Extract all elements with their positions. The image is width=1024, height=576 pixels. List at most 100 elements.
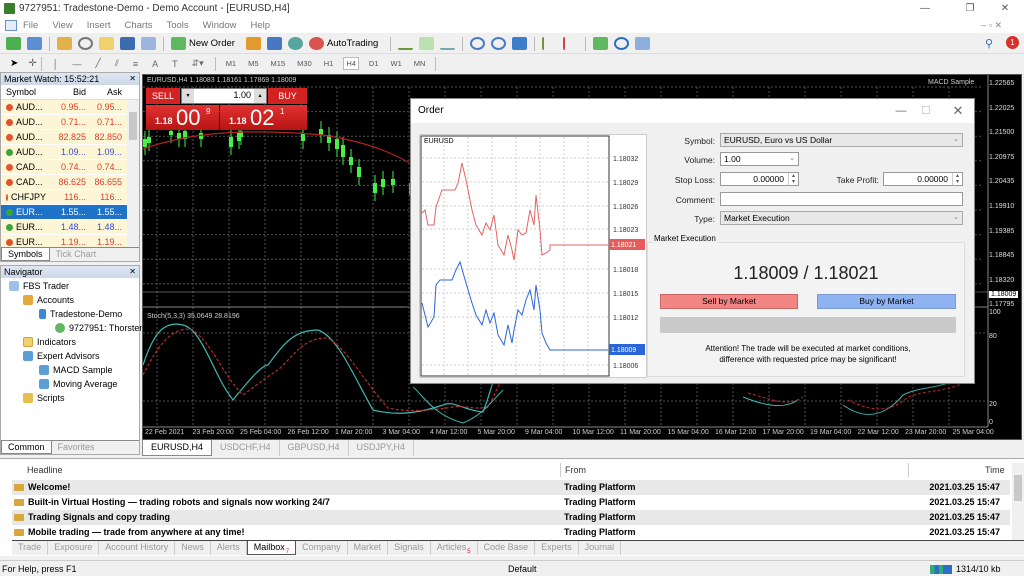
mdi-controls[interactable]: – ▫ ✕ <box>981 20 1002 31</box>
cursor-icon[interactable]: ➤ <box>10 58 18 69</box>
notification-badge[interactable]: 1 <box>1006 36 1019 49</box>
menu-file[interactable]: File <box>23 20 38 31</box>
tab-alerts[interactable]: Alerts <box>211 541 247 555</box>
terminal-icon[interactable] <box>120 37 135 50</box>
tab-mailbox[interactable]: Mailbox7 <box>246 541 297 555</box>
column-ask[interactable]: Ask <box>89 85 125 99</box>
terminal-scrollbar[interactable] <box>1012 463 1024 541</box>
zoom-out-icon[interactable] <box>491 37 507 50</box>
market-icon[interactable] <box>266 37 282 50</box>
timeframe-m5[interactable]: M5 <box>246 58 260 69</box>
profiles-icon[interactable] <box>27 37 42 50</box>
tab-exposure[interactable]: Exposure <box>48 541 100 555</box>
stepper-icon[interactable]: ▴ ▾ <box>788 173 798 185</box>
timeframe-w1[interactable]: W1 <box>389 58 404 69</box>
metaeditor-icon[interactable] <box>245 37 261 50</box>
mailbox-row[interactable]: Built-in Virtual Hosting — trading robot… <box>12 495 1010 510</box>
nav-item-moving-average[interactable]: Moving Average <box>39 379 117 389</box>
tab-code-base[interactable]: Code Base <box>478 541 536 555</box>
buy-by-market-button[interactable]: Buy by Market <box>817 294 956 309</box>
tab-company[interactable]: Company <box>296 541 348 555</box>
mailbox-row[interactable]: Trading Signals and copy trading Trading … <box>12 510 1010 525</box>
scroll-chart-icon[interactable] <box>542 37 557 50</box>
tab-account-history[interactable]: Account History <box>99 541 176 555</box>
tab-experts[interactable]: Experts <box>535 541 579 555</box>
text-label-icon[interactable]: T <box>172 59 178 69</box>
tile-windows-icon[interactable] <box>512 37 528 50</box>
tab-news[interactable]: News <box>175 541 211 555</box>
timeframe-d1[interactable]: D1 <box>367 58 381 69</box>
crosshair-icon[interactable]: ✛ <box>28 58 36 69</box>
tab-usdjpy[interactable]: USDJPY,H4 <box>349 440 414 456</box>
symbol-select[interactable]: EURUSD, Euro vs US Dollar ⌄ <box>720 133 963 147</box>
market-watch-row[interactable]: CAD... 0.74... 0.74... <box>1 160 139 175</box>
menu-charts[interactable]: Charts <box>125 20 153 31</box>
market-watch-row[interactable]: CAD... 86.625 86.655 <box>1 175 139 190</box>
nav-item-accounts[interactable]: Accounts <box>23 295 74 305</box>
autotrading-button[interactable]: AutoTrading <box>306 37 378 50</box>
tab-tick-chart[interactable]: Tick Chart <box>50 248 103 261</box>
nav-item-server[interactable]: Tradestone-Demo <box>39 309 122 319</box>
timeframe-m15[interactable]: M15 <box>269 58 288 69</box>
tab-articles[interactable]: Articles5 <box>431 541 478 555</box>
menu-view[interactable]: View <box>52 20 72 31</box>
mailbox-row[interactable]: Welcome! Trading Platform 2021.03.25 15:47 <box>12 480 1010 495</box>
timeframe-m1[interactable]: M1 <box>224 58 238 69</box>
close-button[interactable]: ✕ <box>990 0 1020 17</box>
navigator-icon[interactable] <box>99 37 114 50</box>
fibonacci-icon[interactable]: ≡ <box>133 59 138 69</box>
bar-chart-icon[interactable] <box>398 37 414 50</box>
nav-item-fbs-trader[interactable]: FBS Trader <box>9 281 69 291</box>
indicators-icon[interactable] <box>593 37 609 50</box>
mailbox-row[interactable]: Mobile trading — trade from anywhere at … <box>12 525 1010 540</box>
periods-icon[interactable] <box>614 37 630 50</box>
menu-insert[interactable]: Insert <box>87 20 111 31</box>
column-time[interactable]: Time <box>985 463 1005 477</box>
new-chart-icon[interactable] <box>6 37 21 50</box>
timeframe-h4[interactable]: H4 <box>343 57 359 70</box>
nav-item-expert-advisors[interactable]: Expert Advisors <box>23 351 100 361</box>
volume-input[interactable]: ▾ 1.00 ▴ <box>181 88 267 104</box>
buy-price-button[interactable]: 1.18 02 1 <box>220 105 307 130</box>
nav-item-indicators[interactable]: Indicators <box>23 337 76 347</box>
arrows-icon[interactable]: ⇵▾ <box>192 58 204 69</box>
trendline-icon[interactable]: ╱ <box>95 58 100 69</box>
column-bid[interactable]: Bid <box>46 85 89 99</box>
new-order-button[interactable]: New Order <box>168 37 235 50</box>
templates-icon[interactable] <box>635 37 651 50</box>
horizontal-line-icon[interactable]: — <box>72 59 81 69</box>
line-chart-icon[interactable] <box>440 37 456 50</box>
tab-symbols[interactable]: Symbols <box>1 248 50 261</box>
market-watch-scrollbar[interactable] <box>127 100 139 250</box>
tab-favorites[interactable]: Favorites <box>52 441 101 454</box>
tab-eurusd[interactable]: EURUSD,H4 <box>142 440 213 456</box>
tab-market[interactable]: Market <box>348 541 389 555</box>
sell-button[interactable]: SELL <box>146 88 180 104</box>
volume-select[interactable]: 1.00 ⌄ <box>720 152 799 166</box>
nav-item-scripts[interactable]: Scripts <box>23 393 65 403</box>
market-watch-row[interactable]: AUD... 0.71... 0.71... <box>1 115 139 130</box>
candlestick-icon[interactable] <box>419 37 435 50</box>
market-watch-row[interactable]: EUR... 1.55... 1.55... <box>1 205 139 220</box>
column-headline[interactable]: Headline <box>27 463 63 477</box>
equidistant-channel-icon[interactable]: ⫽ <box>115 58 119 69</box>
volume-decrease[interactable]: ▾ <box>182 89 194 103</box>
signals-icon[interactable] <box>287 37 303 50</box>
search-icon[interactable]: ⚲ <box>985 37 993 50</box>
nav-item-macd-sample[interactable]: MACD Sample <box>39 365 113 375</box>
close-button[interactable]: ✕ <box>943 99 973 123</box>
zoom-in-icon[interactable] <box>470 37 486 50</box>
market-watch-row[interactable]: CHFJPY 116... 116... <box>1 190 139 205</box>
close-icon[interactable]: ✕ <box>129 266 136 278</box>
strategy-tester-icon[interactable] <box>141 37 156 50</box>
tab-gbpusd[interactable]: GBPUSD,H4 <box>280 440 349 456</box>
menu-window[interactable]: Window <box>203 20 237 31</box>
sell-price-button[interactable]: 1.18 00 9 <box>146 105 219 130</box>
column-from[interactable]: From <box>565 463 586 477</box>
vertical-line-icon[interactable]: │ <box>53 59 59 69</box>
data-window-icon[interactable] <box>78 37 93 50</box>
tab-common[interactable]: Common <box>1 441 52 454</box>
sell-by-market-button[interactable]: Sell by Market <box>660 294 798 309</box>
tab-signals[interactable]: Signals <box>388 541 431 555</box>
market-watch-row[interactable]: AUD... 1.09... 1.09... <box>1 145 139 160</box>
